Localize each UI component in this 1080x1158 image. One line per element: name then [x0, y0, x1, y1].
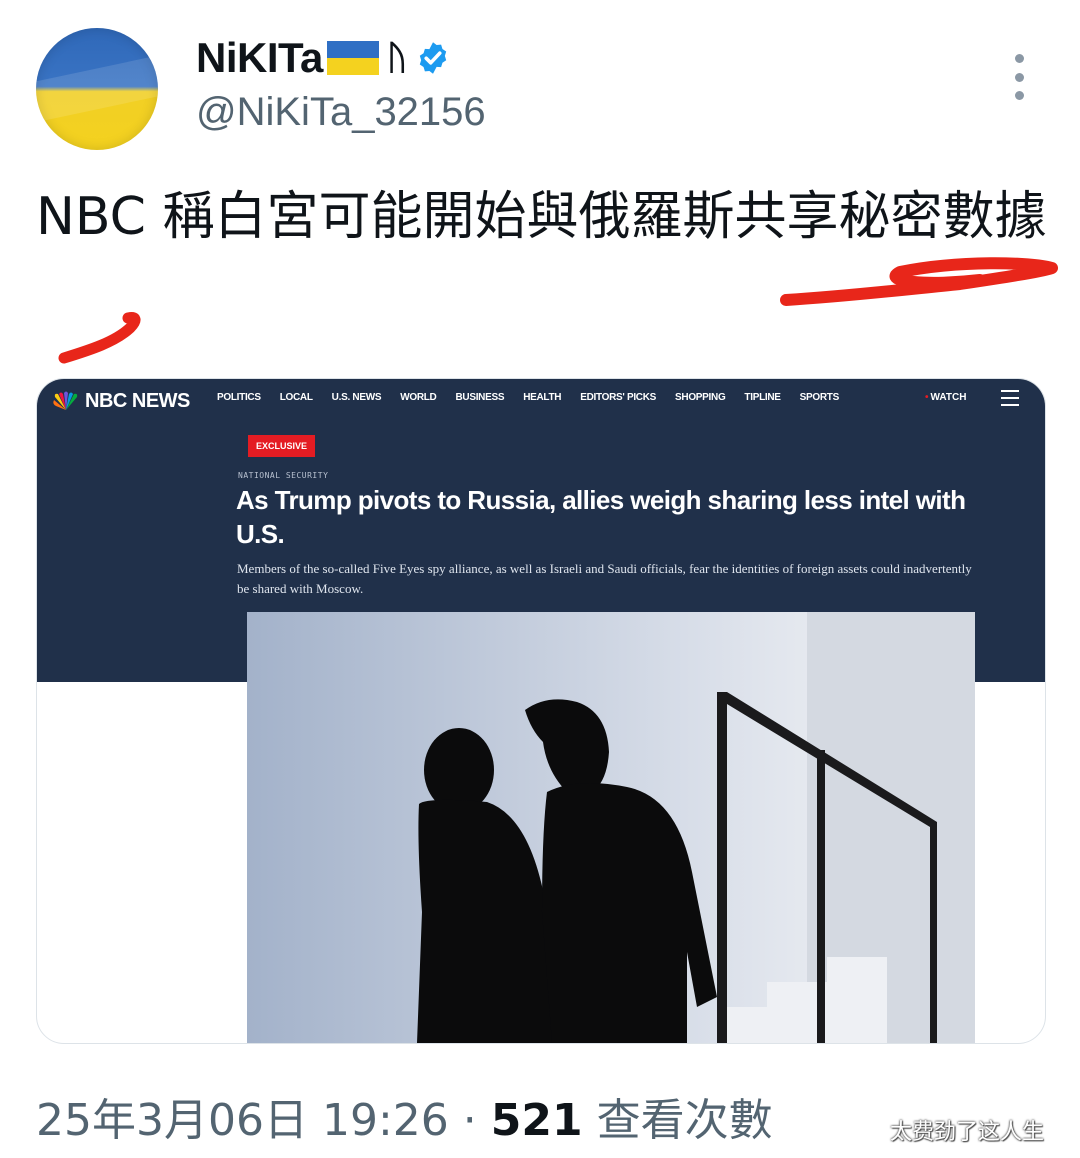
timestamp[interactable]: 25年3月06日 19:26: [36, 1095, 449, 1146]
nav-item-world: WORLD: [400, 392, 437, 403]
live-dot-icon: •: [925, 392, 929, 403]
nav-item-editors-picks: EDITORS' PICKS: [580, 392, 657, 403]
tweet-text: NBC 稱白宮可能開始與俄羅斯共享秘密數據: [36, 187, 1047, 247]
display-name[interactable]: NiKITa: [196, 34, 323, 82]
watch-label: WATCH: [930, 392, 967, 403]
watermark: 太费劲了这人生: [890, 1120, 1045, 1145]
nbc-peacock-icon: [53, 391, 78, 410]
user-handle[interactable]: @NiKiTa_32156: [196, 90, 486, 135]
article-photo: [247, 612, 975, 1043]
article-link-card[interactable]: NBC NEWS POLITICS LOCAL U.S. NEWS WORLD …: [36, 378, 1046, 1044]
verified-badge-icon: [419, 42, 447, 74]
views-count[interactable]: 521: [491, 1095, 583, 1146]
silhouette-photo: [247, 612, 975, 1043]
nav-item-us-news: U.S. NEWS: [331, 392, 382, 403]
nbc-nav: POLITICS LOCAL U.S. NEWS WORLD BUSINESS …: [217, 392, 858, 403]
nav-item-local: LOCAL: [279, 392, 313, 403]
nav-item-tipline: TIPLINE: [744, 392, 781, 403]
ukraine-flag-icon: [326, 41, 379, 75]
nav-item-shopping: SHOPPING: [675, 392, 726, 403]
section-label: NATIONAL SECURITY: [238, 471, 329, 480]
dot: [1014, 72, 1024, 82]
nbc-header: NBC NEWS: [51, 387, 190, 415]
dot: [1014, 54, 1024, 63]
watch-link: • WATCH: [925, 392, 966, 403]
nav-item-business: BUSINESS: [455, 392, 505, 403]
display-name-row[interactable]: NiKITa ᚢ: [196, 34, 451, 82]
nbc-news-logo: NBC NEWS: [85, 389, 190, 412]
nav-item-health: HEALTH: [523, 392, 562, 403]
tweet-meta: 25年3月06日 19:26 · 521 查看次數: [36, 1084, 773, 1148]
article-headline: As Trump pivots to Russia, allies weigh …: [236, 485, 966, 549]
exclusive-badge: EXCLUSIVE: [248, 435, 316, 457]
nav-item-sports: SPORTS: [799, 392, 840, 403]
dot: [1014, 91, 1024, 100]
hamburger-menu-icon: [1001, 390, 1019, 406]
article-dek: Members of the so-called Five Eyes spy a…: [237, 561, 972, 596]
views-label: 查看次數: [582, 1095, 773, 1146]
more-options-icon[interactable]: [1008, 54, 1030, 100]
trident-icon: ᚢ: [386, 38, 407, 77]
nav-item-politics: POLITICS: [217, 392, 261, 403]
avatar[interactable]: [36, 28, 158, 150]
meta-separator: ·: [448, 1095, 491, 1146]
